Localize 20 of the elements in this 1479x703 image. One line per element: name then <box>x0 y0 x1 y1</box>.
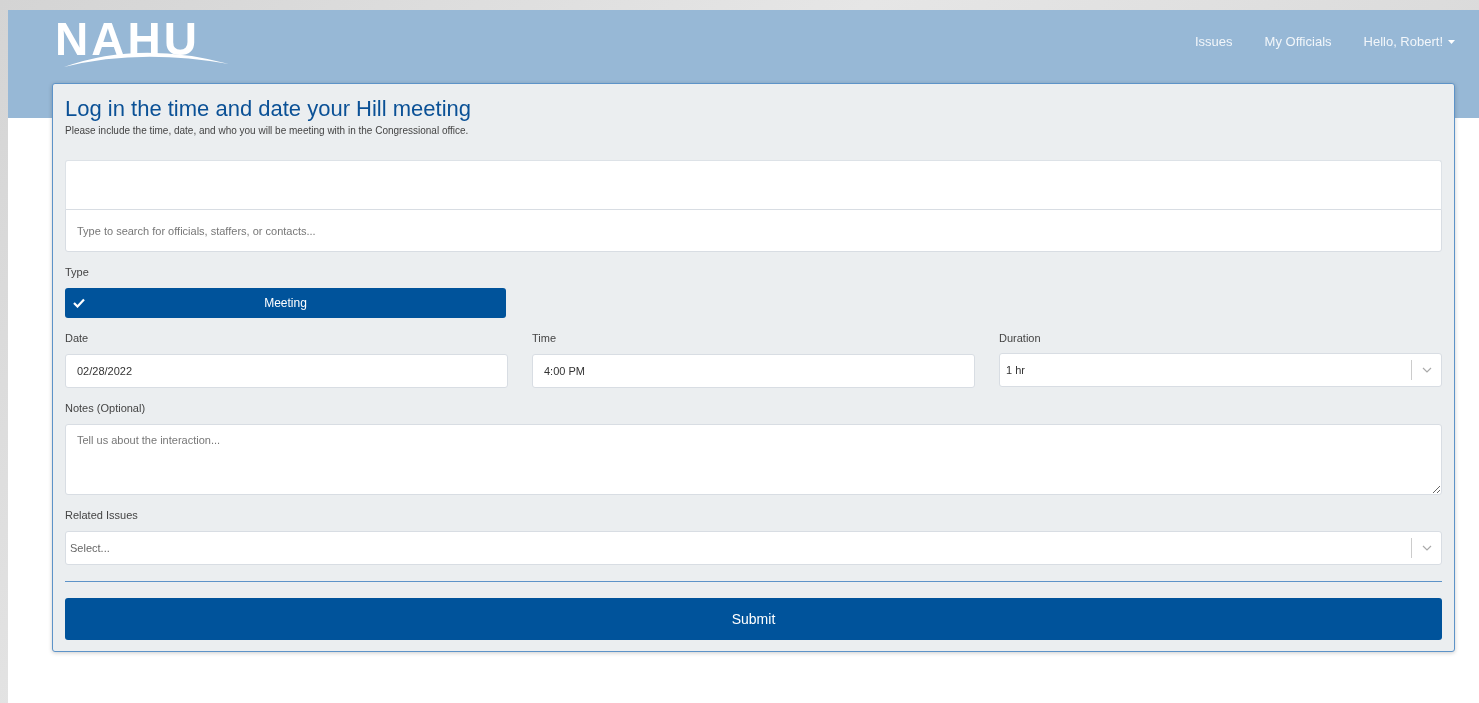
field-label: Type <box>65 266 90 278</box>
field-label: Time <box>532 332 558 344</box>
chevron-icon <box>1422 367 1432 373</box>
chevron-icon <box>1422 545 1432 551</box>
check-icon <box>73 298 85 308</box>
field-label: Related Issues <box>65 509 139 521</box>
field-label: Duration <box>999 332 1042 344</box>
form-subtitle: Please include the time, date, and who you will be meeting with in the Congressional office. <box>65 125 470 136</box>
submit-button[interactable]: Submit <box>65 598 1442 640</box>
date-field[interactable]: 02/28/2022 <box>65 354 508 388</box>
notes-field[interactable]: Tell us about the interaction... <box>65 424 1442 495</box>
duration-select[interactable]: 1 hr <box>999 353 1442 387</box>
issues-select[interactable]: Select... <box>65 531 1442 565</box>
field-label: Date <box>65 332 90 344</box>
type-option[interactable]: Meeting <box>65 288 506 318</box>
time-field[interactable]: 4:00 PM <box>532 354 975 388</box>
caret-icon <box>1448 39 1455 44</box>
form-title: Log in the time and date your Hill meeting <box>65 96 472 122</box>
search-field[interactable]: Type to search for officials, staffers, or contacts... <box>65 209 1442 252</box>
field-label: Notes (Optional) <box>65 402 147 414</box>
